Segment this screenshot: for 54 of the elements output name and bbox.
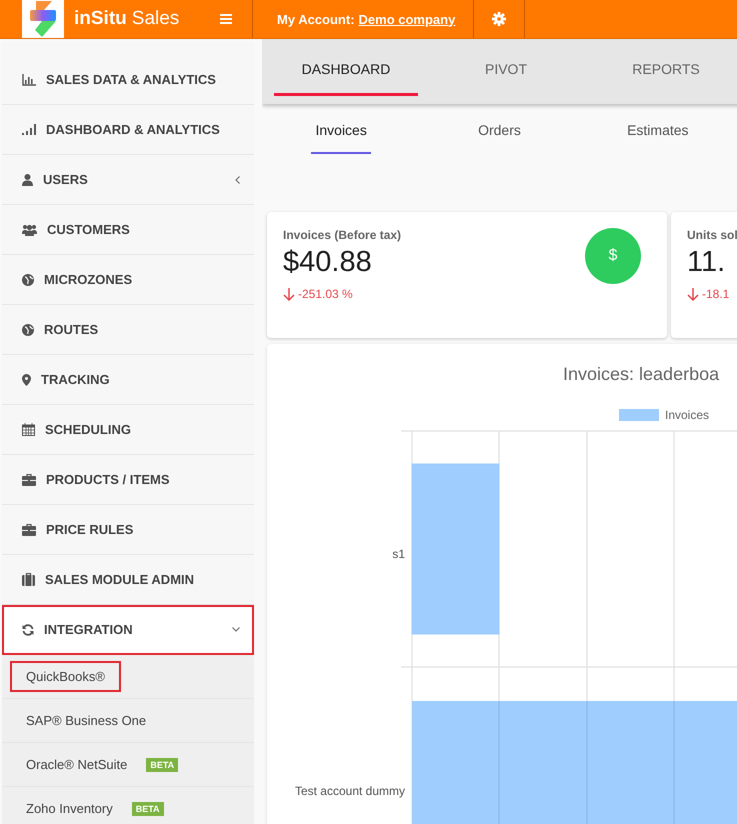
row-label: Test account dummy [294, 784, 405, 798]
legend-label: Invoices [665, 408, 710, 422]
beta-badge: BETA [146, 758, 178, 772]
subtab[interactable]: Orders [420, 104, 579, 154]
sidebar-item[interactable]: CUSTOMERS [2, 205, 254, 255]
submenu-item[interactable]: Oracle® NetSuite [10, 749, 144, 780]
chevron-left-icon [235, 176, 240, 184]
sidebar-item[interactable]: USERS [2, 155, 254, 205]
bar-chart-icon [22, 74, 36, 86]
tab[interactable]: DASHBOARD [274, 39, 418, 96]
row-label: s1 [392, 547, 405, 561]
sidebar-item[interactable]: MICROZONES [2, 255, 254, 305]
card-title: Invoices (Before tax) [283, 228, 402, 242]
sidebar-item[interactable]: SCHEDULING [2, 405, 254, 455]
sidebar-item[interactable]: PRICE RULES [2, 505, 254, 555]
signal-bars-icon [22, 124, 36, 135]
submenu-item[interactable]: Zoho Inventory [10, 793, 129, 824]
subtab[interactable]: Estimates [578, 104, 737, 154]
sidebar-item[interactable]: TRACKING [2, 355, 254, 405]
dollar-badge: $ [585, 228, 641, 284]
user-icon [22, 174, 33, 186]
map-pin-icon [22, 374, 31, 386]
suitcase-icon [22, 573, 35, 586]
card-title: Units sol [687, 228, 737, 242]
globe-icon [22, 274, 34, 286]
globe-icon [22, 324, 34, 336]
card-value: $40.88 [283, 246, 372, 279]
brand-subtitle: Sales [132, 8, 180, 30]
menu-icon[interactable] [220, 14, 232, 24]
sidebar-item[interactable]: SALES DATA & ANALYTICS [2, 55, 254, 105]
settings-icon[interactable] [492, 12, 506, 26]
submenu-item[interactable]: SAP® Business One [10, 705, 162, 736]
calendar-icon [22, 423, 35, 436]
tab[interactable]: REPORTS [594, 39, 737, 96]
brand-name: inSitu [74, 8, 127, 30]
sidebar-item[interactable]: INTEGRATION [2, 605, 254, 655]
account-label: My Account: [277, 12, 355, 26]
chart-title: Invoices: leaderboa [563, 364, 720, 385]
users-icon [22, 224, 37, 236]
legend-swatch [619, 409, 659, 421]
briefcase-icon [22, 524, 36, 536]
tab[interactable]: PIVOT [434, 39, 578, 96]
sidebar-item[interactable]: PRODUCTS / ITEMS [2, 455, 254, 505]
sidebar-item[interactable]: DASHBOARD & ANALYTICS [2, 105, 254, 155]
subtab[interactable]: Invoices [262, 104, 420, 154]
submenu-item[interactable]: QuickBooks® [10, 661, 121, 692]
card-value: 11. [687, 246, 726, 279]
sidebar-item[interactable]: ROUTES [2, 305, 254, 355]
beta-badge: BETA [132, 802, 164, 816]
briefcase-icon [22, 474, 36, 486]
change-percent: -251.03 % [298, 287, 353, 301]
logo-icon [28, 1, 58, 37]
change-percent: -18.1 [702, 287, 730, 301]
sync-icon [22, 624, 34, 636]
